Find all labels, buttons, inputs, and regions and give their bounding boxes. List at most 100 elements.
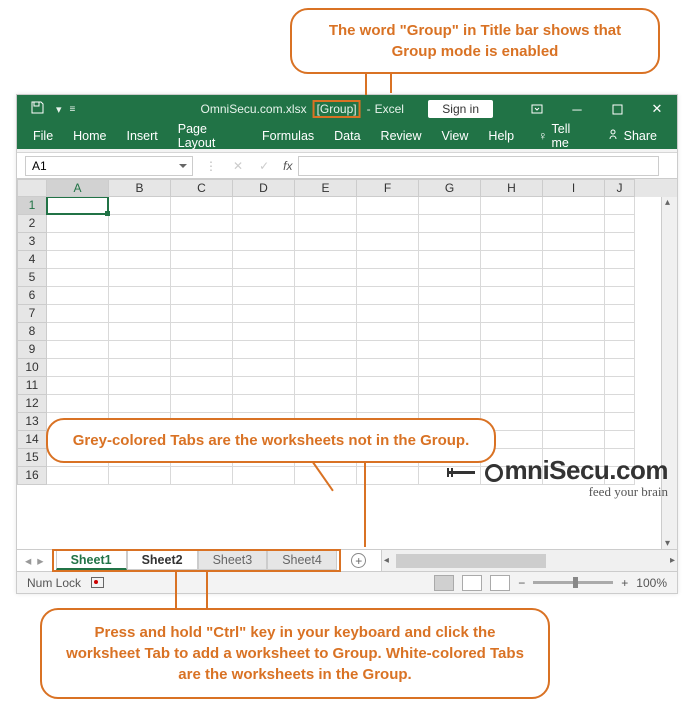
cell[interactable]: [605, 359, 635, 377]
row-header[interactable]: 5: [17, 269, 47, 287]
ribbon-options-icon[interactable]: [517, 95, 557, 123]
cell[interactable]: [543, 251, 605, 269]
cell[interactable]: [109, 467, 171, 485]
cell[interactable]: [295, 269, 357, 287]
tab-formulas[interactable]: Formulas: [252, 125, 324, 147]
tab-view[interactable]: View: [432, 125, 479, 147]
tab-review[interactable]: Review: [371, 125, 432, 147]
cell[interactable]: [357, 323, 419, 341]
cell[interactable]: [605, 377, 635, 395]
tab-help[interactable]: Help: [478, 125, 524, 147]
cell[interactable]: [419, 395, 481, 413]
cell[interactable]: [419, 269, 481, 287]
cell[interactable]: [171, 323, 233, 341]
cell[interactable]: [233, 341, 295, 359]
cell[interactable]: [419, 287, 481, 305]
cell[interactable]: [171, 287, 233, 305]
sheet-nav-prev-icon[interactable]: ◂: [25, 553, 31, 568]
cell[interactable]: [295, 395, 357, 413]
col-header[interactable]: A: [47, 179, 109, 197]
cell[interactable]: [109, 377, 171, 395]
row-header[interactable]: 16: [17, 467, 47, 485]
scroll-right-icon[interactable]: ▸: [670, 555, 675, 566]
zoom-slider[interactable]: [533, 581, 613, 584]
cell[interactable]: [295, 359, 357, 377]
col-header[interactable]: H: [481, 179, 543, 197]
formula-input[interactable]: [298, 156, 659, 176]
row-header[interactable]: 13: [17, 413, 47, 431]
cell[interactable]: [109, 287, 171, 305]
signin-button[interactable]: Sign in: [428, 100, 493, 118]
cell[interactable]: [605, 341, 635, 359]
cell[interactable]: [481, 305, 543, 323]
cell[interactable]: [109, 359, 171, 377]
qat-more-icon[interactable]: ≡: [70, 104, 76, 115]
cell[interactable]: [357, 287, 419, 305]
cell[interactable]: [171, 341, 233, 359]
cell[interactable]: [295, 197, 357, 215]
cell[interactable]: [295, 305, 357, 323]
cell[interactable]: [605, 413, 635, 431]
col-header[interactable]: G: [419, 179, 481, 197]
cell[interactable]: [109, 395, 171, 413]
row-header[interactable]: 12: [17, 395, 47, 413]
new-sheet-button[interactable]: +: [347, 550, 371, 571]
tab-home[interactable]: Home: [63, 125, 116, 147]
cell[interactable]: [605, 305, 635, 323]
cell[interactable]: [171, 359, 233, 377]
cell[interactable]: [295, 233, 357, 251]
horizontal-scrollbar[interactable]: ◂ ▸: [381, 550, 677, 571]
cell[interactable]: [295, 341, 357, 359]
cell[interactable]: [605, 269, 635, 287]
cell[interactable]: [357, 359, 419, 377]
cell[interactable]: [233, 467, 295, 485]
cell[interactable]: [109, 215, 171, 233]
cell[interactable]: [233, 359, 295, 377]
cell[interactable]: [357, 467, 419, 485]
cell[interactable]: [481, 197, 543, 215]
cell[interactable]: [605, 233, 635, 251]
view-normal-icon[interactable]: [434, 575, 454, 591]
row-header[interactable]: 11: [17, 377, 47, 395]
cell[interactable]: [605, 251, 635, 269]
cell[interactable]: [233, 269, 295, 287]
maximize-icon[interactable]: [597, 95, 637, 123]
cell[interactable]: [543, 233, 605, 251]
cell[interactable]: [419, 323, 481, 341]
cell[interactable]: [419, 197, 481, 215]
cell[interactable]: [543, 359, 605, 377]
row-header[interactable]: 3: [17, 233, 47, 251]
row-header[interactable]: 8: [17, 323, 47, 341]
cell[interactable]: [47, 341, 109, 359]
cell[interactable]: [357, 377, 419, 395]
cell[interactable]: [233, 305, 295, 323]
row-header[interactable]: 10: [17, 359, 47, 377]
cell[interactable]: [419, 305, 481, 323]
row-header[interactable]: 15: [17, 449, 47, 467]
cell[interactable]: [47, 287, 109, 305]
cell[interactable]: [481, 377, 543, 395]
cell[interactable]: [47, 305, 109, 323]
cell[interactable]: [171, 215, 233, 233]
cell[interactable]: [419, 341, 481, 359]
row-header[interactable]: 2: [17, 215, 47, 233]
save-icon[interactable]: [31, 101, 44, 117]
cell[interactable]: [543, 305, 605, 323]
view-pagelayout-icon[interactable]: [462, 575, 482, 591]
select-all-corner[interactable]: [17, 179, 47, 197]
cell[interactable]: [481, 323, 543, 341]
cell[interactable]: [47, 269, 109, 287]
col-header[interactable]: I: [543, 179, 605, 197]
col-header[interactable]: B: [109, 179, 171, 197]
cell[interactable]: [47, 395, 109, 413]
cell[interactable]: [419, 251, 481, 269]
zoom-in-icon[interactable]: +: [621, 576, 628, 590]
active-cell[interactable]: [46, 197, 109, 215]
cell[interactable]: [543, 431, 605, 449]
row-header[interactable]: 1: [17, 197, 47, 215]
cell[interactable]: [419, 215, 481, 233]
row-header[interactable]: 14: [17, 431, 47, 449]
zoom-out-icon[interactable]: −: [518, 576, 525, 590]
cell[interactable]: [357, 341, 419, 359]
cell[interactable]: [543, 395, 605, 413]
